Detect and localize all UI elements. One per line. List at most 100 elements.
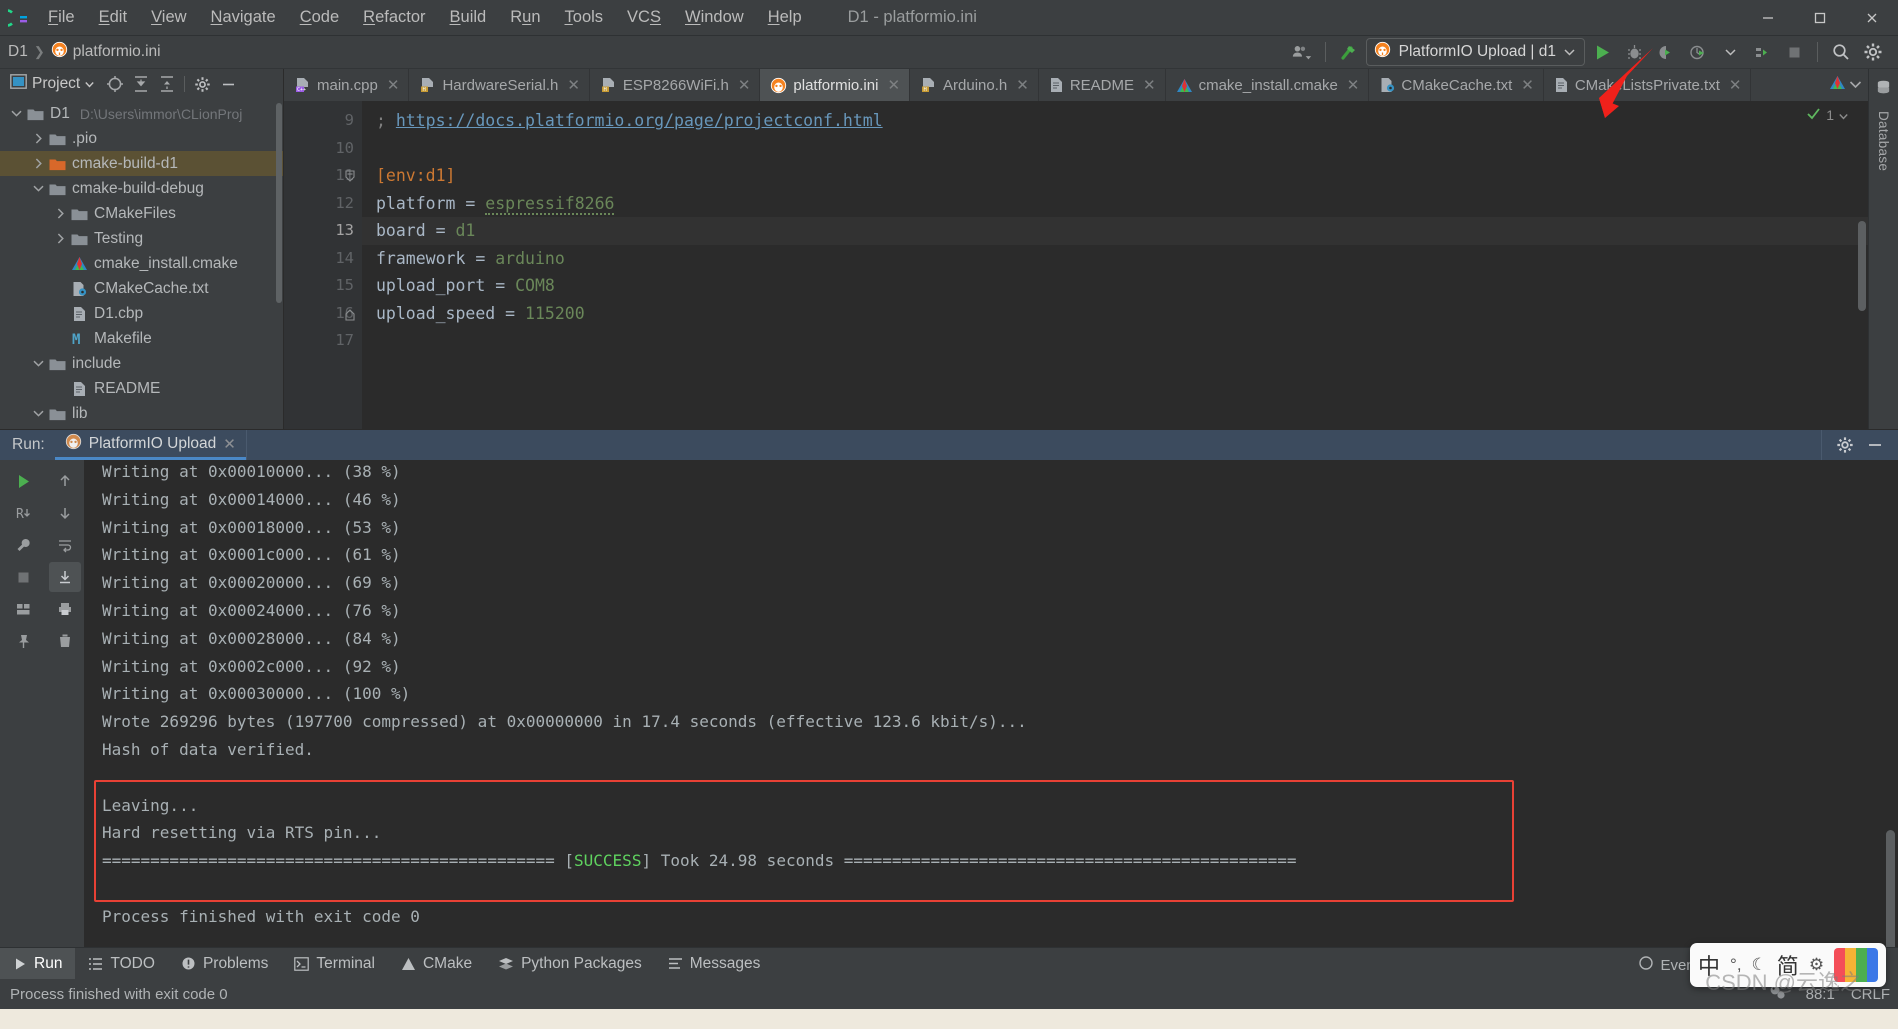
run-button[interactable] bbox=[1587, 38, 1617, 66]
menu-item-code[interactable]: Code bbox=[288, 6, 351, 29]
profile-dropdown-icon[interactable] bbox=[1715, 38, 1745, 66]
close-icon[interactable]: ✕ bbox=[887, 76, 900, 94]
gear-icon[interactable] bbox=[189, 72, 215, 96]
editor-tab-cmake-install-cmake[interactable]: cmake_install.cmake ✕ bbox=[1166, 69, 1370, 101]
chevron-right-icon[interactable] bbox=[30, 156, 46, 172]
attach-process-icon[interactable] bbox=[1747, 38, 1777, 66]
debug-icon[interactable] bbox=[1619, 38, 1649, 66]
print-icon[interactable] bbox=[49, 594, 81, 624]
fold-end-icon[interactable] bbox=[344, 308, 356, 321]
tree-node-testing[interactable]: Testing bbox=[0, 226, 283, 251]
chevron-right-icon[interactable] bbox=[52, 231, 68, 247]
project-tree[interactable]: D1 D:\Users\immor\CLionProj .pio cmake-buil… bbox=[0, 99, 283, 429]
code-link[interactable]: https://docs.platformio.org/page/project… bbox=[396, 111, 883, 130]
pin-icon[interactable] bbox=[7, 626, 39, 656]
tree-node-d1-cbp[interactable]: D1.cbp bbox=[0, 301, 283, 326]
hammer-build-icon[interactable] bbox=[1334, 38, 1364, 66]
run-console-output[interactable]: Writing at 0x00010000... (38 %) Writing a… bbox=[84, 460, 1898, 947]
menu-item-tools[interactable]: Tools bbox=[553, 6, 616, 29]
close-icon[interactable]: ✕ bbox=[1347, 76, 1360, 94]
editor-scrollbar[interactable] bbox=[1858, 221, 1866, 311]
breadcrumb-file[interactable]: platformio.ini bbox=[47, 39, 165, 65]
run-coverage-icon[interactable] bbox=[1651, 38, 1681, 66]
fold-start-icon[interactable] bbox=[344, 169, 356, 182]
tree-node-cmake-install-cmake[interactable]: cmake_install.cmake bbox=[0, 251, 283, 276]
tool-button-todo[interactable]: TODO bbox=[75, 948, 168, 979]
code-line[interactable]: upload_speed = 115200 bbox=[376, 300, 1868, 328]
editor-tab-hardwareserial-h[interactable]: H HardwareSerial.h ✕ bbox=[409, 69, 590, 101]
tree-node-cmakecache-txt[interactable]: CMakeCache.txt bbox=[0, 276, 283, 301]
menu-item-run[interactable]: Run bbox=[498, 6, 552, 29]
code-line[interactable]: upload_port = COM8 bbox=[376, 272, 1868, 300]
database-icon[interactable] bbox=[1871, 75, 1897, 99]
wrench-icon[interactable] bbox=[7, 530, 39, 560]
search-icon[interactable] bbox=[1826, 38, 1856, 66]
chevron-down-icon[interactable] bbox=[8, 106, 24, 122]
console-scrollbar[interactable] bbox=[1886, 830, 1895, 947]
code-line[interactable]: ; https://docs.platformio.org/page/proje… bbox=[376, 107, 1868, 135]
code-line[interactable]: platform = espressif8266 bbox=[376, 190, 1868, 218]
settings-gear-icon[interactable] bbox=[1858, 38, 1888, 66]
chevron-right-icon[interactable] bbox=[30, 131, 46, 147]
tree-node-include[interactable]: include bbox=[0, 351, 283, 376]
run-configuration-selector[interactable]: PlatformIO Upload | d1 bbox=[1365, 38, 1585, 66]
code-line[interactable] bbox=[376, 327, 1868, 355]
close-button[interactable] bbox=[1846, 0, 1898, 36]
menu-item-refactor[interactable]: Refactor bbox=[351, 6, 437, 29]
chevron-right-icon[interactable] bbox=[52, 206, 68, 222]
collapse-all-icon[interactable] bbox=[154, 72, 180, 96]
trash-icon[interactable] bbox=[49, 626, 81, 656]
editor-tab-cmakelistsprivate-txt[interactable]: CMakeListsPrivate.txt ✕ bbox=[1544, 69, 1752, 101]
tree-node-lib[interactable]: lib bbox=[0, 401, 283, 426]
scroll-up-icon[interactable] bbox=[49, 466, 81, 496]
grid-icon[interactable] bbox=[7, 594, 39, 624]
tool-button-terminal[interactable]: Terminal bbox=[281, 948, 388, 979]
tree-node-cmake-build-debug[interactable]: cmake-build-debug bbox=[0, 176, 283, 201]
editor-tab-readme[interactable]: README ✕ bbox=[1039, 69, 1166, 101]
close-icon[interactable]: ✕ bbox=[223, 435, 236, 453]
chevron-down-icon[interactable] bbox=[1849, 76, 1862, 94]
hide-icon[interactable] bbox=[215, 72, 241, 96]
minimize-button[interactable] bbox=[1742, 0, 1794, 36]
code-line[interactable]: framework = arduino bbox=[376, 245, 1868, 273]
scroll-to-end-icon[interactable] bbox=[49, 562, 81, 592]
database-tool-label[interactable]: Database bbox=[1876, 111, 1891, 171]
chevron-down-icon[interactable] bbox=[30, 406, 46, 422]
tool-button-python-packages[interactable]: Python Packages bbox=[485, 948, 655, 979]
menu-item-view[interactable]: View bbox=[139, 6, 198, 29]
close-icon[interactable]: ✕ bbox=[1521, 76, 1534, 94]
stop-icon[interactable] bbox=[1779, 38, 1809, 66]
tool-button-cmake[interactable]: CMake bbox=[388, 948, 485, 979]
stop-icon[interactable] bbox=[7, 562, 39, 592]
tool-button-messages[interactable]: Messages bbox=[655, 948, 774, 979]
chevron-down-icon[interactable] bbox=[30, 181, 46, 197]
soft-wrap-icon[interactable] bbox=[49, 530, 81, 560]
scroll-down-icon[interactable] bbox=[49, 498, 81, 528]
hide-icon[interactable] bbox=[1862, 433, 1888, 457]
settings-gear-icon[interactable] bbox=[1832, 433, 1858, 457]
tree-node-readme[interactable]: README bbox=[0, 376, 283, 401]
scope-target-icon[interactable] bbox=[102, 72, 128, 96]
tree-node-cmake-build-d1[interactable]: cmake-build-d1 bbox=[0, 151, 283, 176]
editor-gutter[interactable]: 9 10 11 12 13 14 15 16 17 bbox=[284, 101, 362, 429]
tool-button-run[interactable]: Run bbox=[0, 948, 76, 979]
close-icon[interactable]: ✕ bbox=[387, 76, 400, 94]
close-icon[interactable]: ✕ bbox=[1143, 76, 1156, 94]
tool-button-problems[interactable]: Problems bbox=[168, 948, 281, 979]
tree-node-d1[interactable]: D1 D:\Users\immor\CLionProj bbox=[0, 101, 283, 126]
inspection-widget[interactable]: 1 bbox=[1806, 106, 1848, 124]
editor-tab-platformio-ini[interactable]: platformio.ini ✕ bbox=[760, 69, 911, 101]
tree-node--pio[interactable]: .pio bbox=[0, 126, 283, 151]
menu-item-vcs[interactable]: VCS bbox=[615, 6, 673, 29]
editor-tab-main-cpp[interactable]: C++ main.cpp ✕ bbox=[284, 69, 410, 101]
menu-item-help[interactable]: Help bbox=[756, 6, 814, 29]
rerun-icon[interactable] bbox=[7, 466, 39, 496]
tree-node-cmakefiles[interactable]: CMakeFiles bbox=[0, 201, 283, 226]
menu-item-edit[interactable]: Edit bbox=[87, 6, 139, 29]
close-icon[interactable]: ✕ bbox=[1016, 76, 1029, 94]
menu-item-file[interactable]: File bbox=[36, 6, 87, 29]
close-icon[interactable]: ✕ bbox=[1729, 76, 1742, 94]
tree-node-makefile[interactable]: M Makefile bbox=[0, 326, 283, 351]
expand-all-icon[interactable] bbox=[128, 72, 154, 96]
editor-tab-cmakecache-txt[interactable]: CMakeCache.txt ✕ bbox=[1369, 69, 1544, 101]
